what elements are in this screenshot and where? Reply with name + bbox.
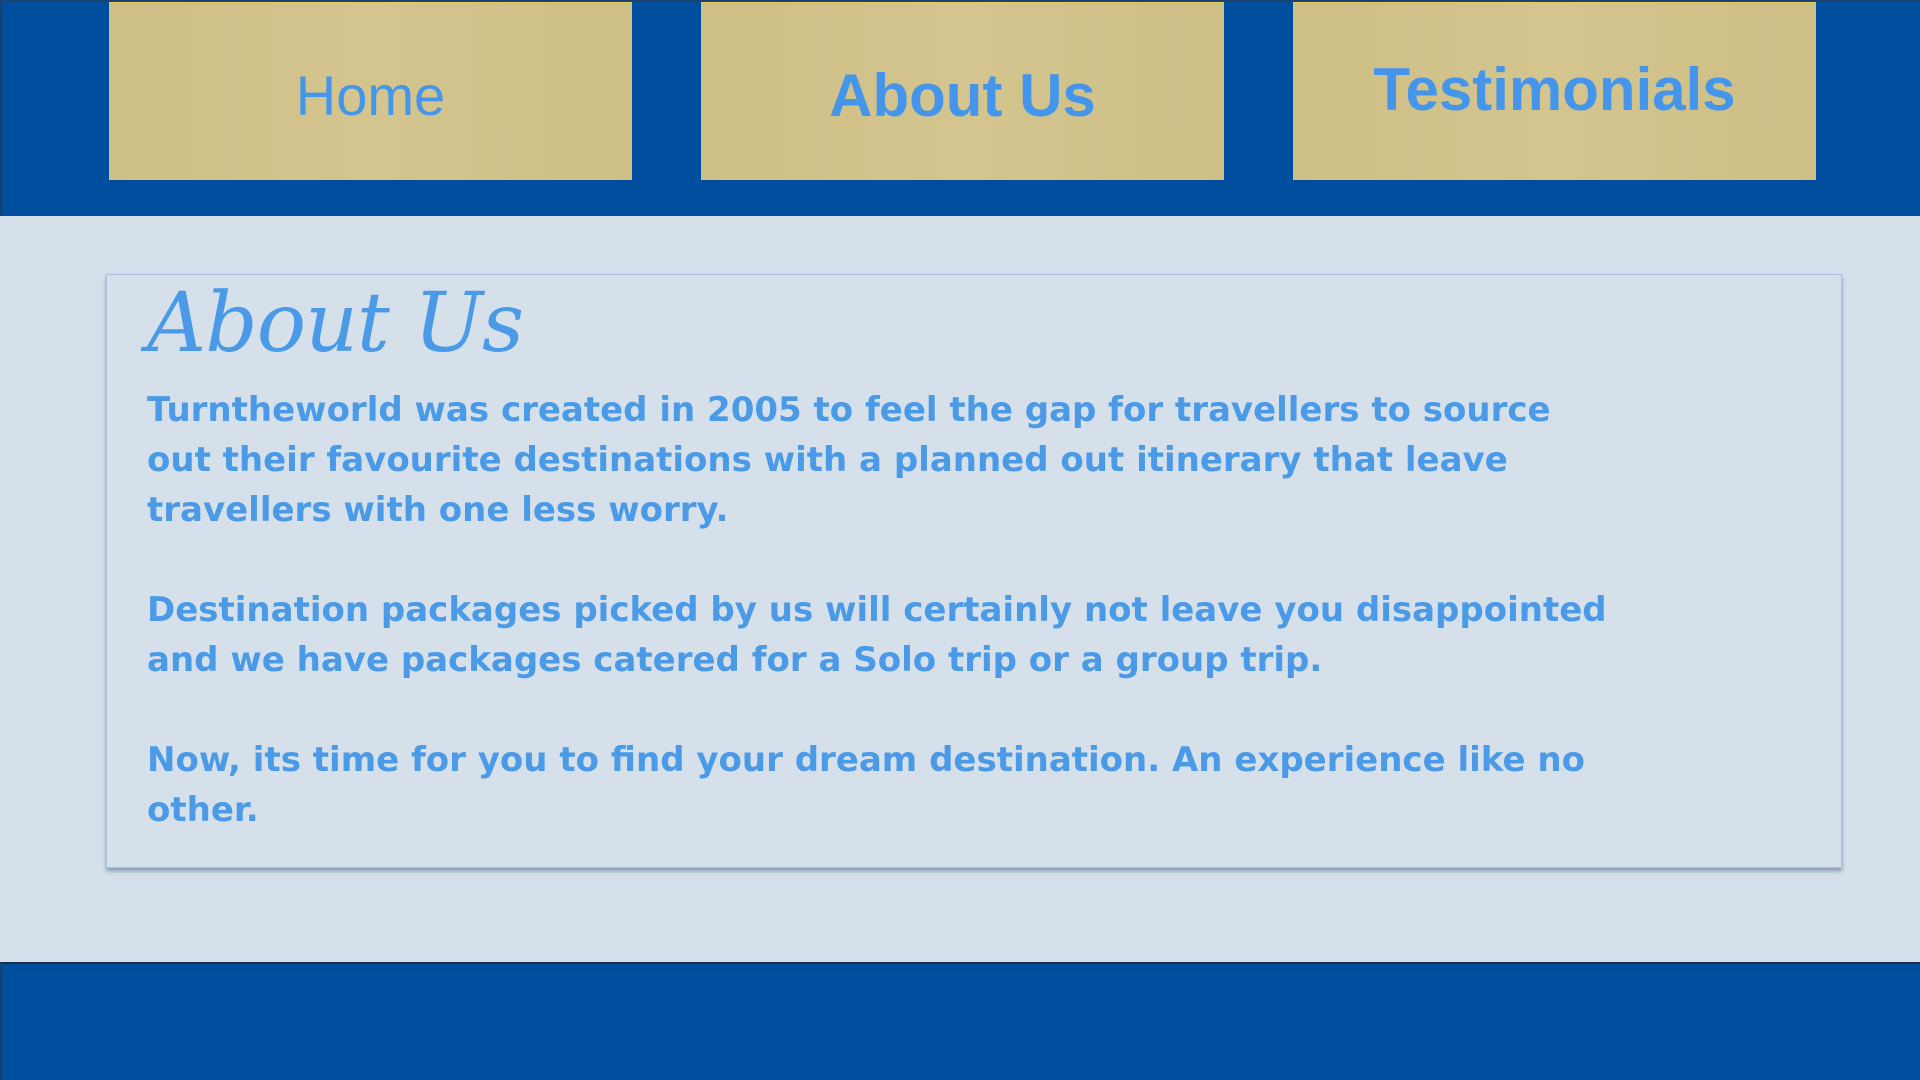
- nav-home-label: Home: [295, 64, 446, 127]
- about-card: About Us Turntheworld was created in 200…: [106, 274, 1842, 868]
- about-paragraph: Turntheworld was created in 2005 to feel…: [147, 390, 1551, 530]
- about-paragraph: Now, its time for you to find your dream…: [147, 740, 1585, 830]
- page: Home About Us Testimonials About Us Turn…: [0, 0, 1920, 1080]
- header-bar: Home About Us Testimonials: [0, 0, 1920, 216]
- nav-testimonials-label: Testimonials: [1373, 56, 1736, 123]
- footer-bar: [0, 962, 1920, 1080]
- about-paragraph: Destination packages picked by us will c…: [147, 590, 1607, 680]
- nav-about-button[interactable]: About Us: [701, 2, 1224, 180]
- nav-home-button[interactable]: Home: [109, 2, 632, 180]
- about-text: Turntheworld was created in 2005 to feel…: [147, 385, 1617, 885]
- nav-about-label: About Us: [829, 62, 1096, 129]
- nav-testimonials-button[interactable]: Testimonials: [1293, 2, 1816, 180]
- page-title: About Us: [147, 276, 524, 371]
